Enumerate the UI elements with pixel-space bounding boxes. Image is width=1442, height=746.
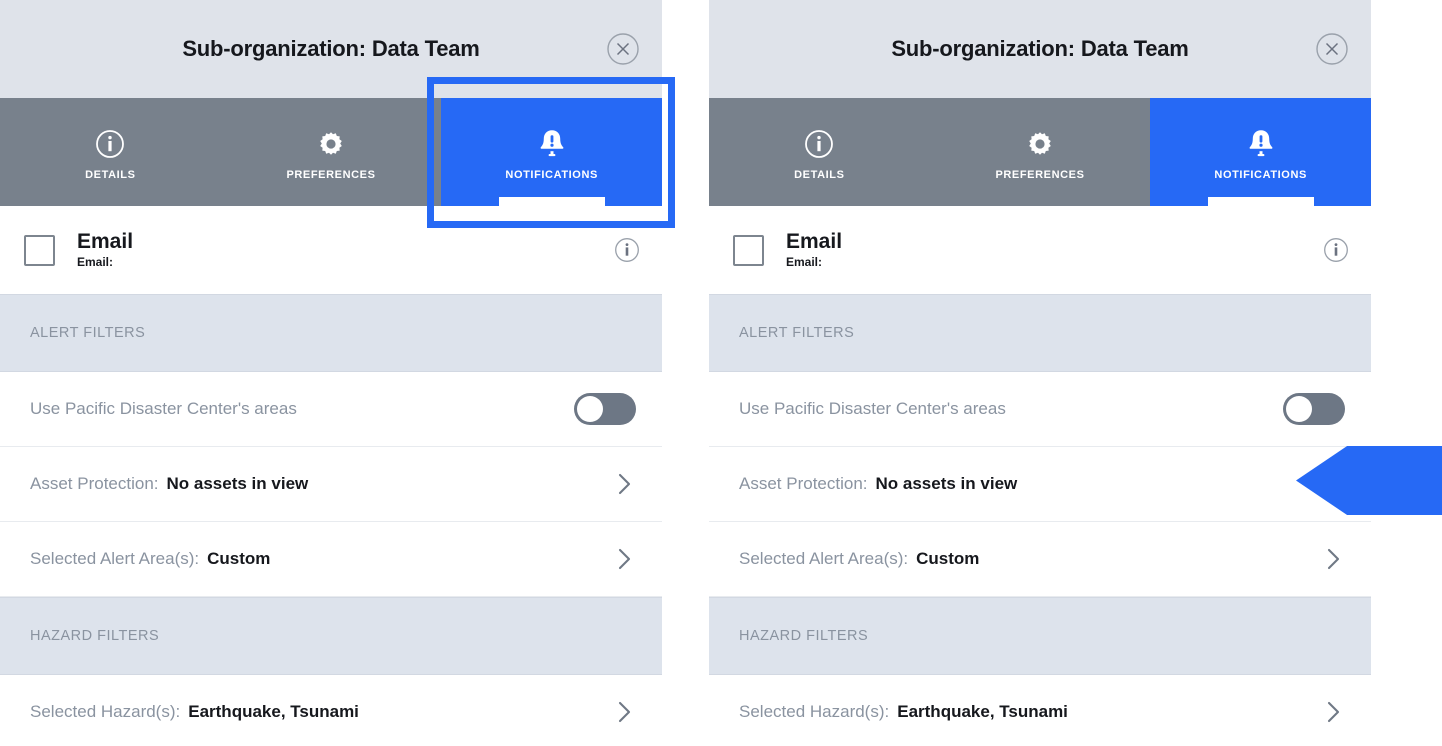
row-value: Earthquake, Tsunami [897, 702, 1068, 721]
use-pdc-areas-toggle[interactable] [1283, 393, 1345, 425]
toggle-knob [1286, 396, 1312, 422]
tab-details[interactable]: DETAILS [709, 98, 930, 206]
tabbar: DETAILS PREFERENCES NOTIFICATIONS [0, 98, 662, 206]
email-title: Email [786, 229, 843, 253]
info-circle-icon [804, 129, 834, 159]
section-label: ALERT FILTERS [30, 325, 146, 341]
section-header-alert-filters: ALERT FILTERS [0, 294, 662, 372]
row-asset-protection[interactable]: Asset Protection: No assets in view [0, 447, 662, 522]
email-text-group: Email Email: [786, 229, 843, 270]
row-value: Custom [207, 549, 271, 568]
tab-notifications-label: NOTIFICATIONS [505, 169, 598, 181]
email-info-icon[interactable] [1323, 237, 1349, 263]
row-value: No assets in view [875, 474, 1018, 493]
email-channel-row[interactable]: Email Email: [0, 206, 662, 294]
row-value: Earthquake, Tsunami [188, 702, 359, 721]
section-header-hazard-filters: HAZARD FILTERS [0, 597, 662, 675]
email-checkbox[interactable] [24, 234, 55, 266]
tab-notifications[interactable]: NOTIFICATIONS [441, 98, 662, 206]
row-label: Use Pacific Disaster Center's areas [30, 399, 297, 418]
chevron-right-icon[interactable] [614, 697, 636, 727]
row-value: Custom [916, 549, 980, 568]
tabbar: DETAILS PREFERENCES NOTIFICATIONS [709, 98, 1371, 206]
tab-preferences[interactable]: PREFERENCES [221, 98, 442, 206]
section-label: HAZARD FILTERS [739, 628, 869, 644]
close-icon[interactable] [1315, 32, 1349, 66]
row-value: No assets in view [166, 474, 309, 493]
page-title: Sub-organization: Data Team [182, 36, 480, 61]
tab-details-label: DETAILS [794, 169, 845, 181]
settings-panel-left: Sub-organization: Data Team DETAILS PREF… [0, 0, 662, 746]
gear-icon [1025, 129, 1055, 159]
section-header-hazard-filters: HAZARD FILTERS [709, 597, 1371, 675]
row-label: Selected Hazard(s): [30, 702, 181, 721]
close-icon[interactable] [606, 32, 640, 66]
email-channel-row[interactable]: Email Email: [709, 206, 1371, 294]
bell-alert-icon [1246, 129, 1276, 159]
row-label: Asset Protection: [30, 474, 159, 493]
chevron-right-icon[interactable] [1323, 697, 1345, 727]
row-label: Selected Alert Area(s): [739, 549, 909, 568]
row-use-pdc-areas[interactable]: Use Pacific Disaster Center's areas [0, 372, 662, 447]
toggle-knob [577, 396, 603, 422]
active-tab-indicator [498, 197, 605, 206]
email-checkbox[interactable] [733, 234, 764, 266]
row-selected-hazards[interactable]: Selected Hazard(s): Earthquake, Tsunami [0, 675, 662, 746]
tab-details[interactable]: DETAILS [0, 98, 221, 206]
section-label: ALERT FILTERS [739, 325, 855, 341]
chevron-right-icon[interactable] [614, 544, 636, 574]
email-sub-label: Email: [786, 255, 823, 270]
section-header-alert-filters: ALERT FILTERS [709, 294, 1371, 372]
panel-titlebar: Sub-organization: Data Team [709, 0, 1371, 98]
row-label: Use Pacific Disaster Center's areas [739, 399, 1006, 418]
tab-notifications[interactable]: NOTIFICATIONS [1150, 98, 1371, 206]
tab-preferences-label: PREFERENCES [286, 169, 376, 181]
row-label: Asset Protection: [739, 474, 868, 493]
tab-notifications-label: NOTIFICATIONS [1214, 169, 1307, 181]
row-label: Selected Alert Area(s): [30, 549, 200, 568]
chevron-right-icon[interactable] [614, 469, 636, 499]
chevron-right-icon[interactable] [1323, 469, 1345, 499]
row-selected-alert-areas[interactable]: Selected Alert Area(s): Custom [709, 522, 1371, 597]
use-pdc-areas-toggle[interactable] [574, 393, 636, 425]
page-title: Sub-organization: Data Team [891, 36, 1189, 61]
row-use-pdc-areas[interactable]: Use Pacific Disaster Center's areas [709, 372, 1371, 447]
section-label: HAZARD FILTERS [30, 628, 160, 644]
tab-preferences-label: PREFERENCES [995, 169, 1085, 181]
email-info-icon[interactable] [614, 237, 640, 263]
email-text-group: Email Email: [77, 229, 134, 270]
tab-details-label: DETAILS [85, 169, 136, 181]
panel-titlebar: Sub-organization: Data Team [0, 0, 662, 98]
active-tab-indicator [1207, 197, 1314, 206]
gear-icon [316, 129, 346, 159]
settings-panel-right: Sub-organization: Data Team DETAILS PREF… [709, 0, 1371, 746]
row-selected-hazards[interactable]: Selected Hazard(s): Earthquake, Tsunami [709, 675, 1371, 746]
row-selected-alert-areas[interactable]: Selected Alert Area(s): Custom [0, 522, 662, 597]
row-label: Selected Hazard(s): [739, 702, 890, 721]
tab-preferences[interactable]: PREFERENCES [930, 98, 1151, 206]
row-asset-protection[interactable]: Asset Protection: No assets in view [709, 447, 1371, 522]
email-title: Email [77, 229, 134, 253]
info-circle-icon [95, 129, 125, 159]
chevron-right-icon[interactable] [1323, 544, 1345, 574]
bell-alert-icon [537, 129, 567, 159]
email-sub-label: Email: [77, 255, 114, 270]
